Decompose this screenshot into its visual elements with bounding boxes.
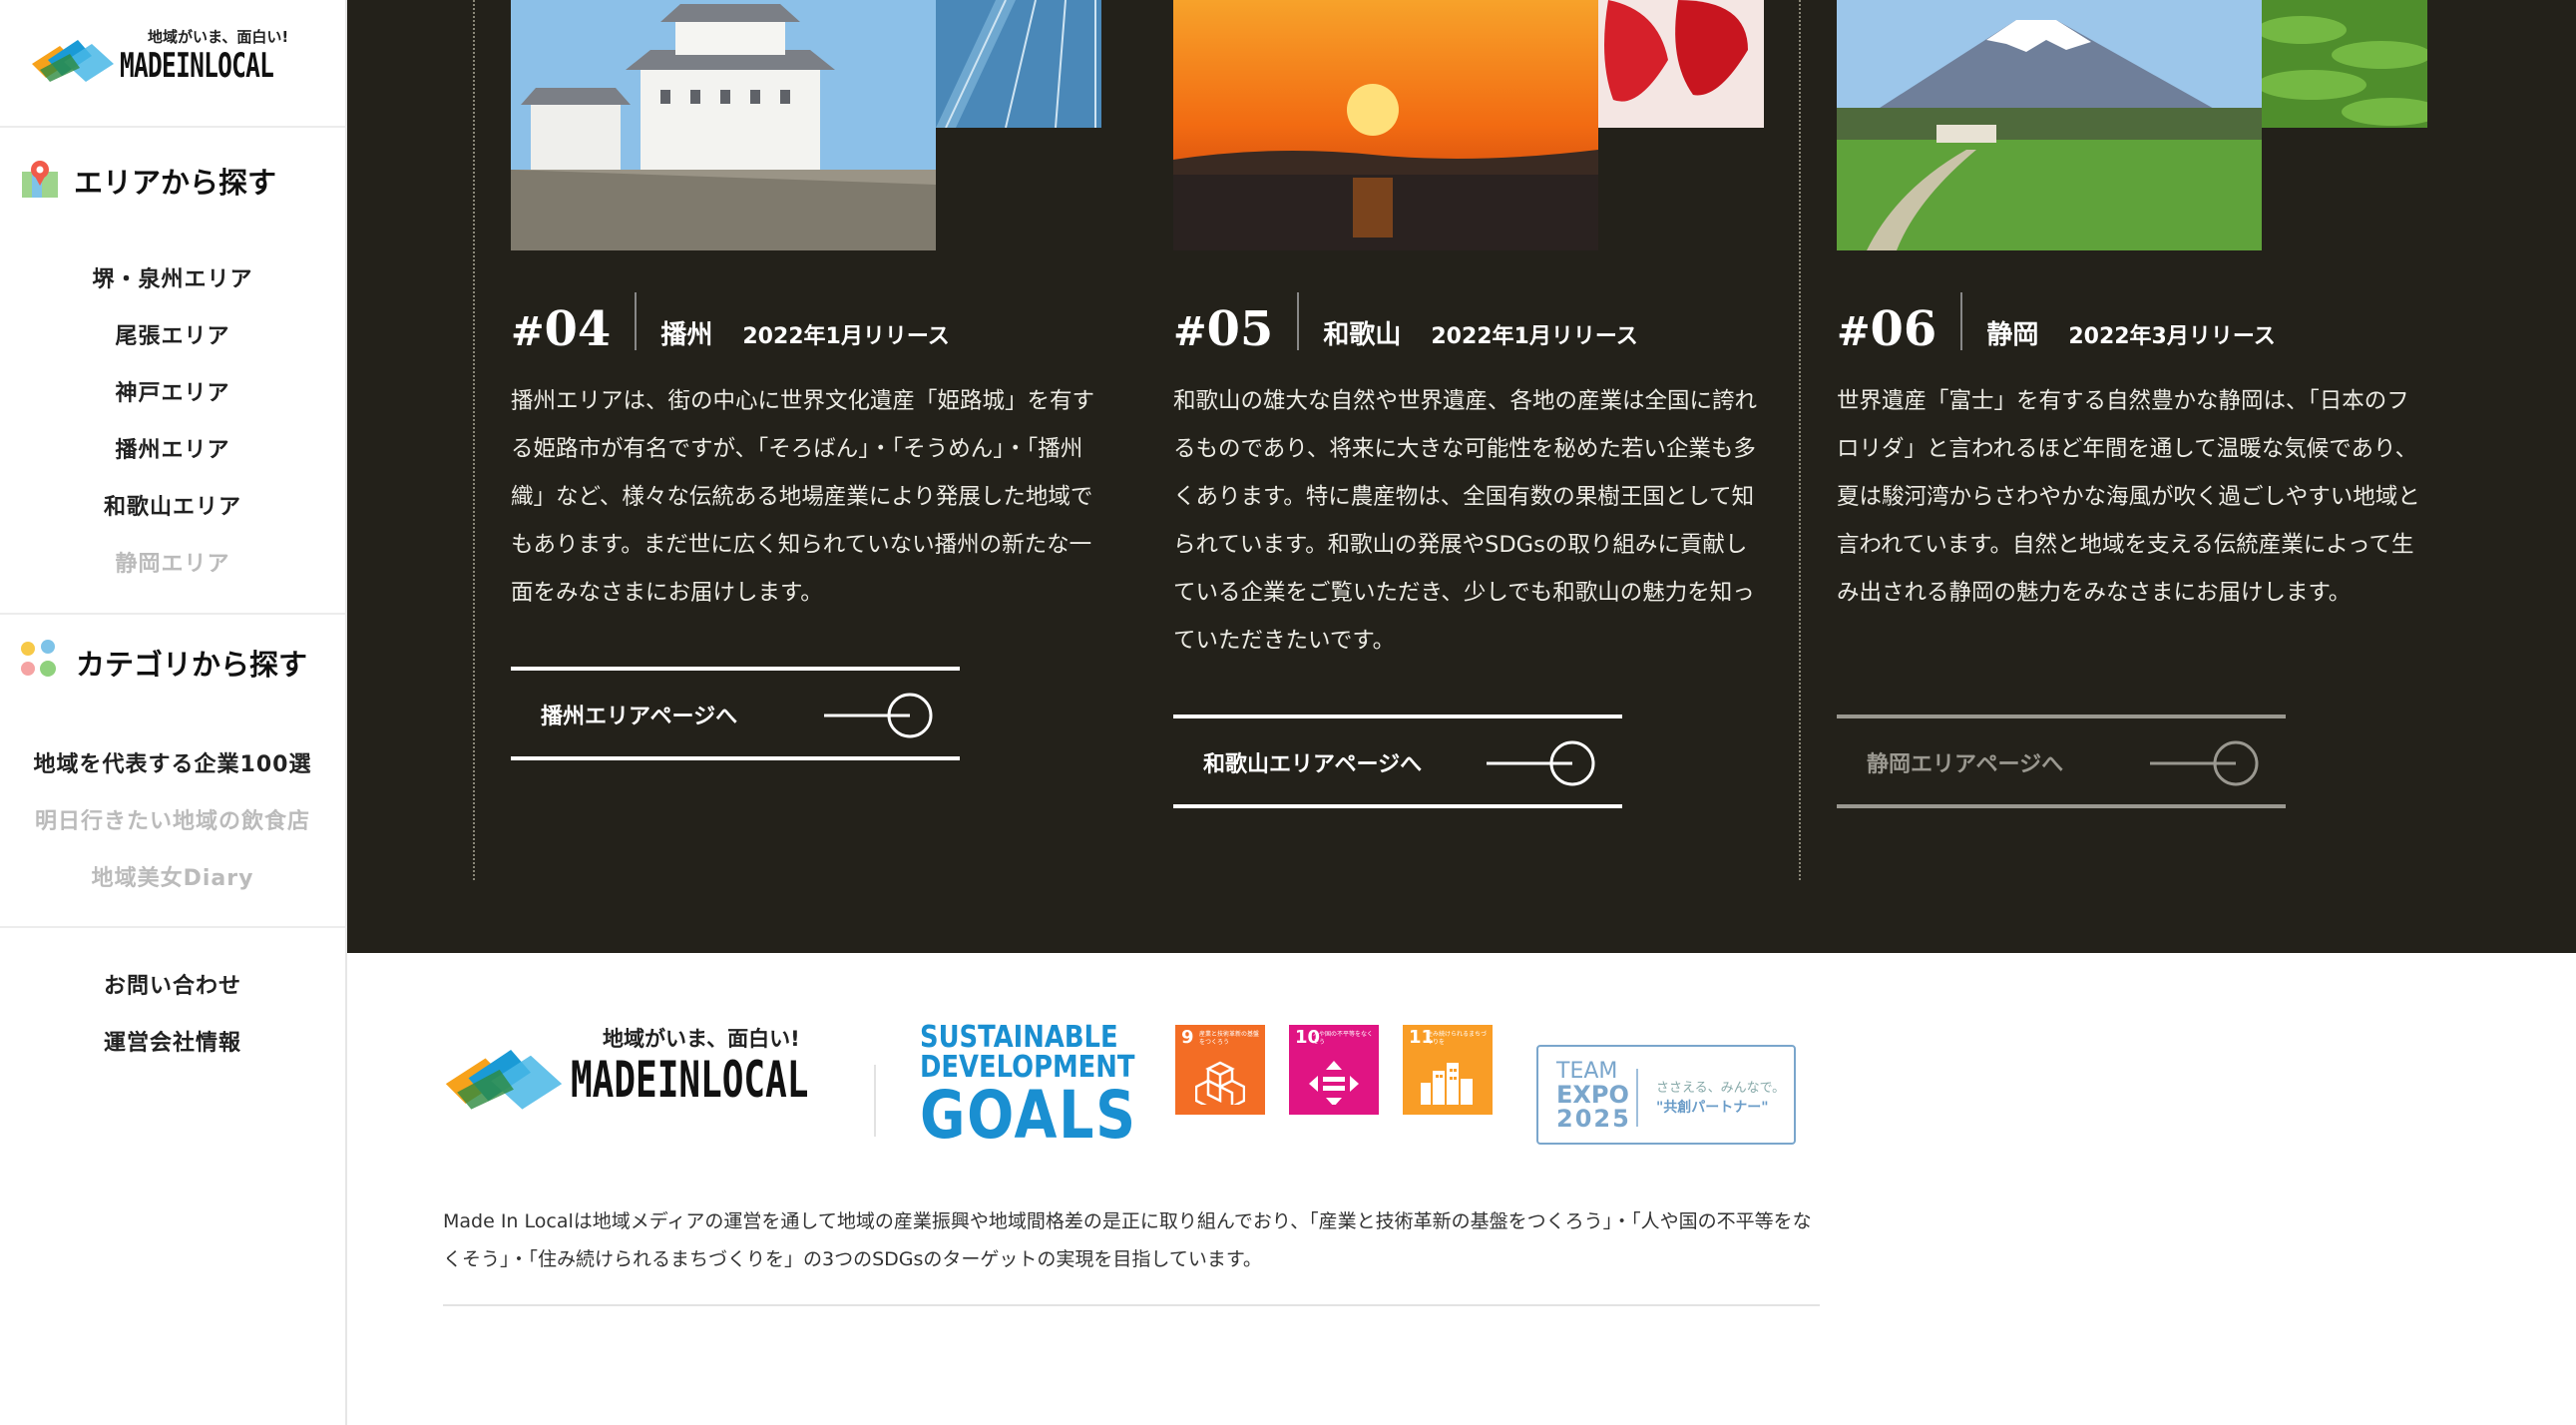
expo-subtitle: ささえる、みんなで。: [1656, 1081, 1786, 1096]
sidebar: 地域がいま、面白い! MADEINLOCAL エリアから探す 堺・泉州エリア 尾…: [0, 0, 347, 1425]
logo-mark-icon: [445, 1050, 563, 1110]
sdg-goal-11-badge: 11 住み続けられるまちづくりを: [1403, 1025, 1493, 1115]
cta-label: 和歌山エリアページへ: [1203, 752, 1423, 777]
release-date: 2022年1月リリース: [742, 324, 950, 349]
sdg-goal-9-badge: 9 産業と技術革新の基盤をつくろう: [1175, 1025, 1265, 1115]
number-divider: [1297, 292, 1300, 350]
area-number: #04: [511, 301, 612, 357]
logo-wordmark: MADEINLOCAL: [120, 46, 274, 86]
city-buildings-icon: [1421, 1063, 1473, 1105]
category-dots-icon: [21, 640, 56, 677]
footer-description: Made In Localは地域メディアの運営を通して地域の産業振興や地域間格差…: [443, 1210, 1812, 1270]
expo-divider: [1636, 1069, 1638, 1127]
circle-arrow-icon: [1487, 740, 1595, 786]
footer-divider: [874, 1065, 876, 1137]
logo-tagline: 地域がいま、面白い!: [603, 1027, 800, 1051]
sidebar-link-company-info[interactable]: 運営会社情報: [0, 1025, 345, 1057]
footer: 地域がいま、面白い! MADEINLOCAL SUSTAINABLE DEVEL…: [347, 953, 2576, 1425]
expo-partner: "共創パートナー": [1656, 1100, 1769, 1116]
category-section-title: カテゴリから探す: [76, 648, 308, 682]
area-number-row: #06 静岡 2022年3月リリース: [1837, 289, 2276, 353]
banshu-area-page-link[interactable]: 播州エリアページへ: [511, 667, 960, 760]
area-name: 和歌山: [1323, 319, 1402, 350]
sidebar-item-kobe[interactable]: 神戸エリア: [0, 375, 345, 407]
site-logo[interactable]: 地域がいま、面白い! MADEINLOCAL: [30, 20, 319, 90]
sidebar-item-restaurants[interactable]: 明日行きたい地域の飲食店: [0, 803, 345, 835]
logo-mark-icon: [32, 40, 114, 82]
release-date: 2022年1月リリース: [1431, 324, 1638, 349]
sidebar-divider: [0, 613, 345, 615]
tea-field-image: [2262, 0, 2427, 128]
circle-arrow-icon: [2150, 740, 2259, 786]
area-section-title: エリアから探す: [74, 166, 277, 200]
sidebar-divider: [0, 926, 345, 928]
sidebar-item-wakayama[interactable]: 和歌山エリア: [0, 489, 345, 521]
sidebar-item-banshu[interactable]: 播州エリア: [0, 432, 345, 464]
sdgs-line1: SUSTAINABLE: [920, 1020, 1118, 1055]
bridge-image: [936, 0, 1101, 128]
circle-arrow-icon: [824, 693, 933, 738]
logo-tagline: 地域がいま、面白い!: [148, 28, 289, 46]
area-number-row: #05 和歌山 2022年1月リリース: [1173, 289, 1638, 353]
area-cards-section: #04 播州 2022年1月リリース 播州エリアは、街の中心に世界文化遺産「姫路…: [347, 0, 2576, 953]
area-name: 静岡: [1986, 319, 2039, 350]
strawberry-image: [1598, 0, 1764, 128]
himeji-castle-image: [511, 0, 936, 250]
expo-year: 2025: [1556, 1105, 1631, 1133]
area-description: 播州エリアは、街の中心に世界文化遺産「姫路城」を有する姫路市が有名ですが、「そろ…: [511, 388, 1095, 606]
area-description: 和歌山の雄大な自然や世界遺産、各地の産業は全国に誇れるものであり、将来に大きな可…: [1173, 388, 1758, 654]
map-pin-icon: [22, 161, 58, 198]
area-number: #05: [1173, 301, 1274, 357]
sdgs-logo: SUSTAINABLE DEVELOPMENT GOALS: [920, 1023, 1139, 1149]
column-divider: [473, 0, 475, 880]
area-description: 世界遺産「富士」を有する自然豊かな静岡は、「日本のフロリダ」と言われるほど年間を…: [1837, 388, 2420, 606]
sidebar-item-beauty-diary[interactable]: 地域美女Diary: [0, 860, 345, 892]
sidebar-item-shizuoka[interactable]: 静岡エリア: [0, 546, 345, 578]
area-name: 播州: [660, 319, 713, 350]
column-divider: [1799, 0, 1801, 880]
goal-text: 住み続けられるまちづくりを: [1427, 1031, 1488, 1046]
area-number: #06: [1837, 301, 1937, 357]
goal-number: 9: [1181, 1027, 1194, 1048]
sidebar-link-contact[interactable]: お問い合わせ: [0, 968, 345, 1000]
sidebar-item-owari[interactable]: 尾張エリア: [0, 318, 345, 350]
sidebar-item-sakai-senshu[interactable]: 堺・泉州エリア: [0, 261, 345, 293]
shizuoka-area-page-link[interactable]: 静岡エリアページへ: [1837, 714, 2286, 808]
team-expo-2025-badge: TEAM EXPO 2025 ささえる、みんなで。 "共創パートナー": [1536, 1045, 1796, 1145]
footer-rule: [443, 1304, 1820, 1306]
category-section-heading: カテゴリから探す: [18, 639, 307, 687]
goal-text: 人や国の不平等をなくそう: [1313, 1031, 1374, 1046]
number-divider: [1960, 292, 1963, 350]
area-number-row: #04 播州 2022年1月リリース: [511, 289, 950, 353]
expo-word: EXPO: [1556, 1081, 1629, 1109]
area-section-heading: エリアから探す: [18, 158, 276, 204]
sidebar-item-top100-companies[interactable]: 地域を代表する企業100選: [0, 746, 345, 778]
footer-logo[interactable]: 地域がいま、面白い! MADEINLOCAL: [443, 1013, 842, 1123]
cubes-icon: [1195, 1061, 1245, 1105]
goal-text: 産業と技術革新の基盤をつくろう: [1199, 1031, 1260, 1046]
mount-fuji-image: [1837, 0, 2262, 250]
cta-label: 静岡エリアページへ: [1867, 752, 2064, 777]
sdg-goal-10-badge: 10 人や国の不平等をなくそう: [1289, 1025, 1379, 1115]
sidebar-divider: [0, 126, 345, 128]
number-divider: [635, 292, 638, 350]
sdgs-line3: GOALS: [920, 1077, 1137, 1154]
sunset-image: [1173, 0, 1598, 250]
wakayama-area-page-link[interactable]: 和歌山エリアページへ: [1173, 714, 1622, 808]
release-date: 2022年3月リリース: [2068, 324, 2276, 349]
equality-icon: [1309, 1061, 1359, 1105]
expo-team: TEAM: [1556, 1059, 1618, 1084]
logo-wordmark: MADEINLOCAL: [571, 1051, 809, 1109]
cta-label: 播州エリアページへ: [541, 705, 738, 729]
